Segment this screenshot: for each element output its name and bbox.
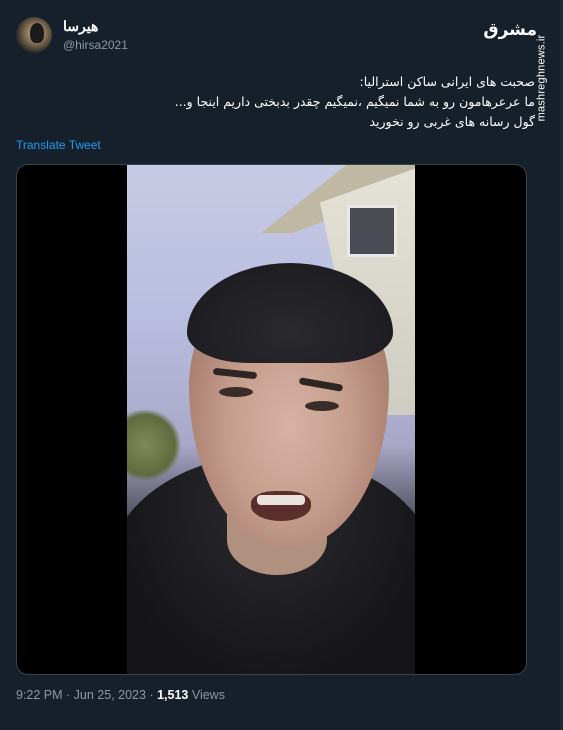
- tweet-meta: 9:22 PM · Jun 25, 2023 · 1,513 Views: [16, 688, 225, 702]
- tree: [127, 410, 181, 480]
- meta-separator: ·: [145, 688, 158, 702]
- tweet-time[interactable]: 9:22 PM: [16, 688, 63, 702]
- watermark-logo: مشرق: [483, 20, 537, 40]
- video-player[interactable]: [16, 164, 527, 675]
- author-handle[interactable]: @hirsa2021: [63, 38, 128, 52]
- views-label: Views: [188, 688, 225, 702]
- avatar-figure: [30, 23, 44, 43]
- meta-separator: ·: [62, 688, 74, 702]
- translate-tweet-link[interactable]: Translate Tweet: [16, 138, 101, 152]
- person-eye: [219, 387, 253, 397]
- tweet-date[interactable]: Jun 25, 2023: [74, 688, 146, 702]
- tweet-text-line: صحبت های ایرانی ساکن استرالیا:: [359, 74, 535, 89]
- watermark-site: mashreghnews.ir: [535, 34, 548, 122]
- avatar[interactable]: [16, 17, 52, 53]
- person-eye: [305, 401, 339, 411]
- tweet-text: صحبت های ایرانی ساکن استرالیا: ما عرعرها…: [115, 72, 535, 132]
- tweet: هیرسا @hirsa2021 مشرق mashreghnews.ir صح…: [0, 0, 563, 730]
- tweet-text-line: ما عرعرهامون رو به شما نمیگیم ،نمیگیم چق…: [174, 94, 535, 109]
- tweet-text-line: گول رسانه های غربی رو نخورید: [369, 114, 535, 129]
- house-window: [347, 205, 397, 257]
- video-frame[interactable]: [127, 165, 415, 674]
- author-display-name[interactable]: هیرسا: [63, 18, 98, 35]
- person-teeth: [257, 495, 305, 505]
- views-count: 1,513: [157, 688, 189, 702]
